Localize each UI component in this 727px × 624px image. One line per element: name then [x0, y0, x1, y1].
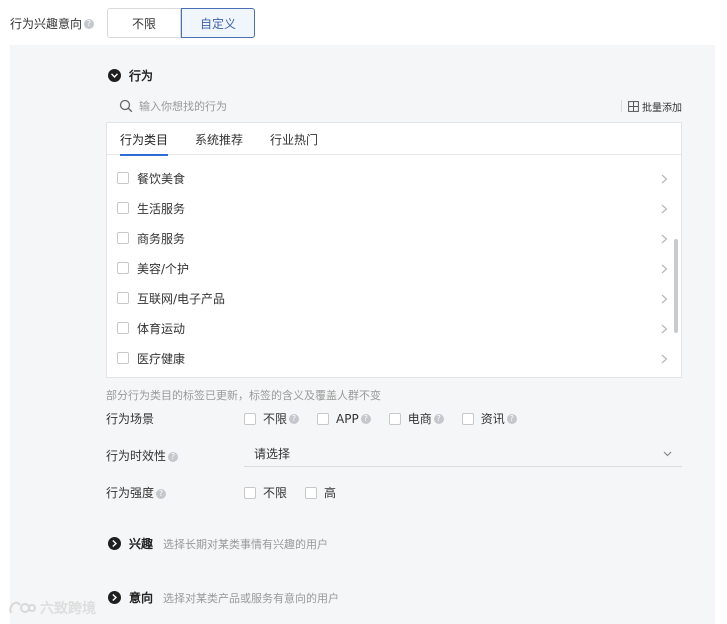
watermark-logo-icon: [9, 601, 36, 614]
checkbox[interactable]: [244, 412, 256, 425]
help-icon[interactable]: ?: [84, 19, 95, 29]
behavior-title: 行为: [129, 69, 154, 83]
behavior-scene-label: 行为场景: [106, 412, 155, 426]
watermark: 六致跨境: [8, 598, 96, 618]
behavior-category-box: 行为类目 系统推荐 行业热门 餐饮美食 生活服务 商务服务 美容/个护 互联网/…: [106, 122, 682, 378]
behavior-timeliness-row: 行为时效性?: [106, 447, 244, 464]
help-icon[interactable]: ?: [168, 451, 179, 462]
chevron-right-icon: [661, 234, 669, 244]
chevron-down-icon: [663, 451, 672, 457]
help-icon[interactable]: ?: [433, 413, 444, 424]
behavior-category-list: 餐饮美食 生活服务 商务服务 美容/个护 互联网/电子产品 体育运动 医疗健康: [107, 163, 683, 373]
watermark-text: 六致跨境: [40, 601, 96, 617]
search-icon: [119, 99, 133, 113]
checkbox[interactable]: [117, 262, 129, 274]
help-icon[interactable]: ?: [506, 413, 517, 424]
help-icon[interactable]: ?: [360, 413, 371, 424]
chevron-right-icon: [661, 324, 669, 334]
custom-option[interactable]: 自定义: [181, 8, 255, 38]
bulk-add-label: 批量添加: [642, 102, 682, 114]
behavior-intensity-row: 行为强度? 不限 高: [106, 484, 354, 501]
checkbox[interactable]: [388, 412, 401, 425]
list-item[interactable]: 医疗健康: [107, 343, 683, 373]
intent-title: 意向: [129, 591, 154, 605]
chevron-right-icon: [661, 354, 669, 364]
scene-option-unlimited[interactable]: 不限?: [244, 410, 300, 427]
chevron-right-icon: [661, 294, 669, 304]
behavior-interest-intent-row: 行为兴趣意向? 不限 自定义: [10, 8, 255, 38]
behavior-timeliness-label: 行为时效性?: [106, 447, 244, 464]
list-item[interactable]: 互联网/电子产品: [107, 283, 683, 313]
timeliness-select-value: 请选择: [254, 447, 291, 461]
tab-system-recommend[interactable]: 系统推荐: [195, 123, 243, 155]
behavior-tabs: 行为类目 系统推荐 行业热门: [107, 123, 681, 156]
list-item[interactable]: 体育运动: [107, 313, 683, 343]
checkbox[interactable]: [117, 202, 129, 214]
category-update-note: 部分行为类目的标签已更新，标签的含义及覆盖人群不变: [106, 389, 381, 402]
intent-section-header[interactable]: 意向 选择对某类产品或服务有意向的用户: [108, 589, 339, 606]
help-icon[interactable]: ?: [289, 413, 300, 424]
checkbox[interactable]: [305, 486, 318, 499]
help-icon[interactable]: ?: [156, 488, 167, 499]
checkbox[interactable]: [461, 412, 474, 425]
divider: [621, 100, 622, 112]
scene-option-news[interactable]: 资讯?: [461, 410, 517, 427]
list-item[interactable]: 商务服务: [107, 223, 683, 253]
custom-targeting-panel: 行为 批量添加 行为类目 系统推荐 行业热门 餐饮美食 生活服务 商务服务 美容…: [10, 45, 715, 624]
interest-title: 兴趣: [129, 537, 154, 551]
chevron-right-icon: [108, 537, 121, 550]
scene-option-app[interactable]: APP?: [317, 412, 371, 426]
bulk-add-button[interactable]: 批量添加: [621, 99, 682, 114]
interest-section-header[interactable]: 兴趣 选择长期对某类事情有兴趣的用户: [108, 535, 328, 552]
behavior-search-input[interactable]: [139, 99, 621, 113]
checkbox[interactable]: [117, 322, 129, 334]
behavior-intensity-label: 行为强度?: [106, 484, 244, 501]
tab-behavior-category[interactable]: 行为类目: [120, 123, 169, 156]
tab-industry-hot[interactable]: 行业热门: [270, 123, 318, 155]
chevron-down-icon: [108, 69, 121, 82]
chevron-right-icon: [661, 204, 669, 214]
list-scrollbar[interactable]: [674, 239, 678, 333]
list-item[interactable]: 美容/个护: [107, 253, 683, 283]
targeting-mode-segment: 不限 自定义: [107, 8, 255, 38]
behavior-scene-row: 行为场景 不限? APP? 电商? 资讯?: [106, 410, 535, 427]
timeliness-select[interactable]: 请选择: [244, 441, 682, 467]
chevron-right-icon: [661, 264, 669, 274]
chevron-right-icon: [108, 591, 121, 604]
scene-option-ecommerce[interactable]: 电商?: [388, 410, 444, 427]
intent-description: 选择对某类产品或服务有意向的用户: [163, 591, 340, 605]
intensity-option-unlimited[interactable]: 不限: [244, 484, 287, 501]
intensity-option-high[interactable]: 高: [305, 484, 336, 501]
checkbox[interactable]: [117, 232, 129, 244]
list-item[interactable]: 餐饮美食: [107, 163, 683, 193]
checkbox[interactable]: [317, 412, 330, 425]
behavior-section-header[interactable]: 行为: [108, 67, 153, 84]
unlimited-option[interactable]: 不限: [107, 8, 181, 38]
behavior-interest-intent-label: 行为兴趣意向?: [10, 15, 107, 32]
checkbox[interactable]: [117, 292, 129, 304]
behavior-search-row: 批量添加: [106, 95, 682, 117]
checkbox[interactable]: [117, 352, 129, 364]
chevron-right-icon: [661, 174, 669, 184]
interest-description: 选择长期对某类事情有兴趣的用户: [163, 537, 329, 551]
bulk-add-icon: [628, 100, 639, 112]
list-item[interactable]: 生活服务: [107, 193, 683, 223]
checkbox[interactable]: [244, 486, 256, 499]
checkbox[interactable]: [117, 172, 129, 184]
